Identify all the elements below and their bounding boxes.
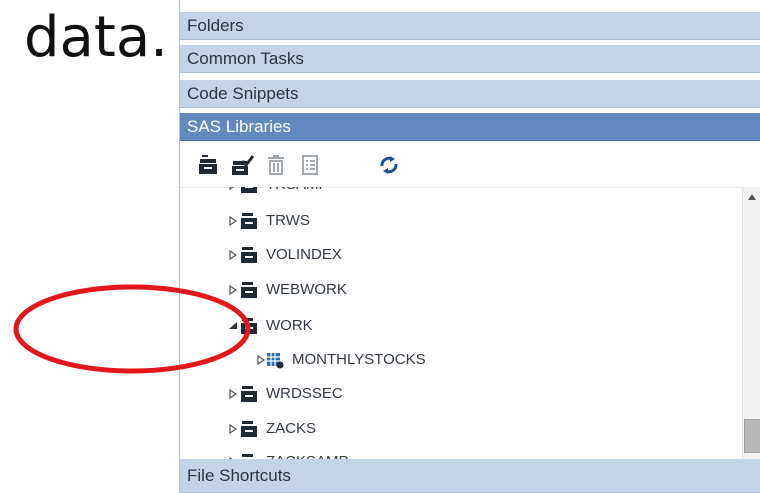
refresh-icon bbox=[380, 156, 398, 174]
slide-title-word: data. bbox=[24, 5, 168, 70]
library-icon bbox=[240, 187, 258, 194]
expand-arrow-icon[interactable] bbox=[256, 355, 266, 365]
scroll-up-arrow-icon[interactable] bbox=[747, 193, 757, 201]
expand-arrow-icon[interactable] bbox=[228, 389, 238, 399]
tree-node-label: VOLINDEX bbox=[266, 246, 342, 263]
section-header-code-snippets[interactable]: Code Snippets bbox=[180, 80, 760, 108]
table-icon bbox=[266, 351, 284, 369]
section-header-folders[interactable]: Folders bbox=[180, 12, 760, 40]
library-edit-icon bbox=[232, 155, 254, 175]
view-details-button[interactable] bbox=[298, 153, 322, 177]
tree-node-label: TRSAMP bbox=[266, 187, 329, 201]
tree-node-label: ZACKS bbox=[266, 420, 317, 437]
sas-navigation-pane: Folders Common Tasks Code Snippets SAS L… bbox=[179, 0, 760, 493]
tree-node-label: WEBWORK bbox=[266, 281, 347, 298]
library-icon bbox=[240, 281, 258, 299]
library-icon bbox=[240, 212, 258, 230]
section-header-common-tasks[interactable]: Common Tasks bbox=[180, 45, 760, 73]
library-icon bbox=[240, 420, 258, 438]
delete-library-button[interactable] bbox=[264, 153, 288, 177]
expand-arrow-icon[interactable] bbox=[228, 424, 238, 434]
expand-arrow-icon[interactable] bbox=[228, 285, 238, 295]
library-tree: TRSAMP TRWS VOLINDEX WEBWORK WORK MONTHL… bbox=[180, 187, 742, 459]
scrollbar-thumb[interactable] bbox=[744, 419, 760, 453]
refresh-button[interactable] bbox=[377, 153, 401, 177]
library-add-icon bbox=[199, 155, 217, 174]
libraries-toolbar bbox=[180, 141, 760, 188]
tree-node-label: WRDSSEC bbox=[266, 385, 343, 402]
tree-scrollbar[interactable] bbox=[742, 187, 760, 459]
tree-node-label: WORK bbox=[266, 317, 313, 334]
trash-icon bbox=[268, 155, 284, 175]
library-icon bbox=[240, 385, 258, 403]
tree-node-label: ZACKSAMP bbox=[266, 446, 349, 459]
tree-node-label: MONTHLYSTOCKS bbox=[292, 351, 426, 368]
expand-arrow-icon[interactable] bbox=[228, 216, 238, 226]
expand-arrow-icon[interactable] bbox=[228, 250, 238, 260]
library-icon bbox=[240, 317, 258, 335]
section-header-sas-libraries[interactable]: SAS Libraries bbox=[180, 113, 760, 141]
tree-node-label: TRWS bbox=[266, 212, 310, 229]
section-header-file-shortcuts[interactable]: File Shortcuts bbox=[180, 459, 760, 493]
library-properties-button[interactable] bbox=[230, 153, 254, 177]
list-icon bbox=[302, 155, 318, 175]
new-library-button[interactable] bbox=[196, 153, 220, 177]
collapse-arrow-icon[interactable] bbox=[228, 321, 238, 331]
expand-arrow-icon[interactable] bbox=[228, 187, 238, 190]
library-icon bbox=[240, 246, 258, 264]
